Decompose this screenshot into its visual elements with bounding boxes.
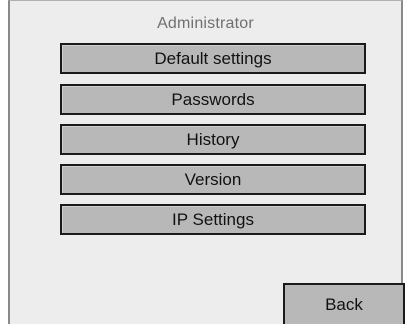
- passwords-button[interactable]: Passwords: [60, 84, 366, 115]
- screen-title: Administrator: [157, 15, 254, 32]
- history-button[interactable]: History: [60, 124, 366, 155]
- default-settings-button[interactable]: Default settings: [60, 43, 366, 74]
- back-button[interactable]: Back: [283, 283, 405, 324]
- admin-screen: Administrator Default settings Passwords…: [8, 0, 403, 324]
- version-button[interactable]: Version: [60, 164, 366, 195]
- ip-settings-button[interactable]: IP Settings: [60, 204, 366, 235]
